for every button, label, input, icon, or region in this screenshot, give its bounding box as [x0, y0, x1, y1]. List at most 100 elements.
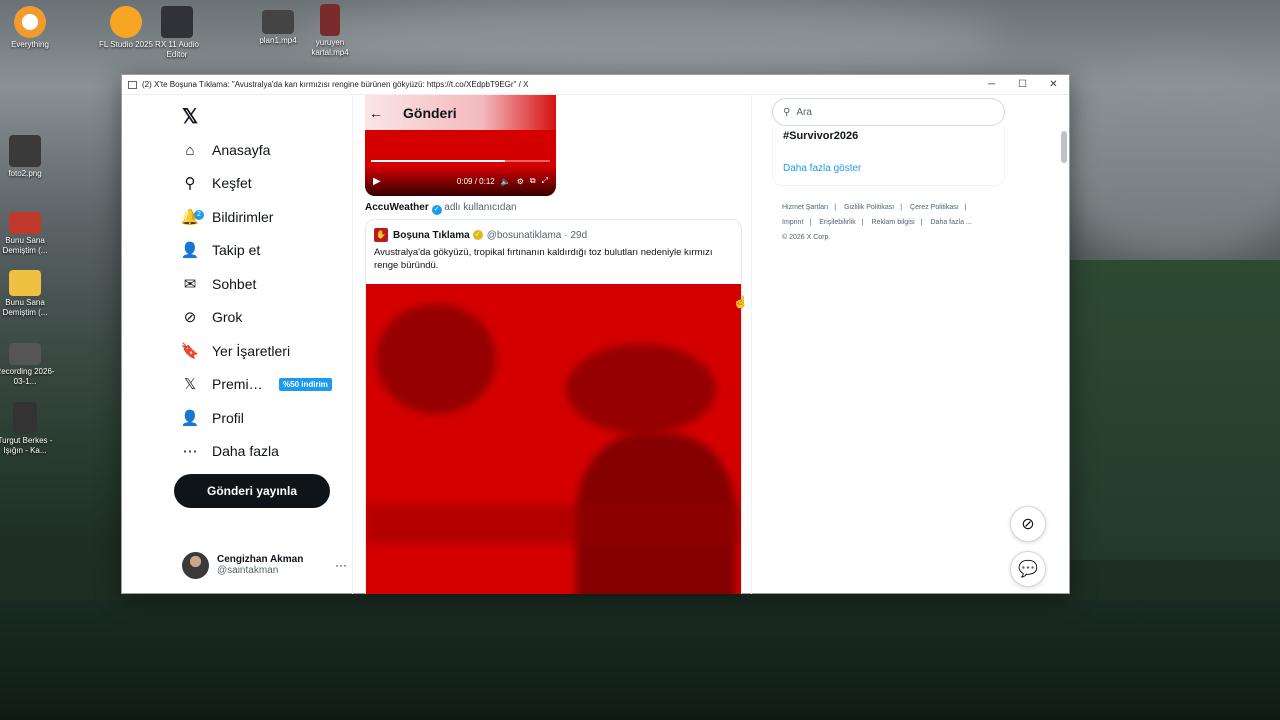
nav-item-label: Bildirimler	[212, 209, 274, 225]
video-file-icon	[320, 4, 340, 36]
premium-promo-badge[interactable]: %50 indirim	[279, 377, 332, 391]
audio-file-icon	[13, 402, 37, 434]
bookmark-icon: 🔖	[180, 343, 200, 360]
nav-item-label: Profil	[212, 410, 244, 426]
minimize-button[interactable]: ─	[976, 79, 1007, 90]
nav-item-home[interactable]: ⌂ Anasayfa	[180, 135, 270, 165]
show-more-link[interactable]: Daha fazla göster	[783, 163, 861, 174]
grok-icon: ⊘	[1021, 516, 1035, 533]
nav-item-label: Anasayfa	[212, 142, 271, 158]
desktop-icon-turgut-berkes[interactable]: Turgut Berkes - Işığın - Ka...	[0, 402, 55, 456]
nav-item-bookmarks[interactable]: 🔖 Yer İşaretleri	[180, 336, 290, 366]
nav-item-notifications[interactable]: 🔔 2 Bildirimler	[180, 202, 274, 232]
nav-item-more[interactable]: ⋯ Daha fazla	[180, 436, 279, 466]
window-app-icon	[128, 80, 137, 89]
page-scrollbar[interactable]	[1059, 127, 1069, 594]
close-button[interactable]: ✕	[1038, 79, 1069, 90]
desktop-icon-label: plan1.mp4	[259, 36, 297, 45]
footer-link[interactable]: Çerez Politikası	[910, 204, 959, 211]
video-controls: ▶ 0:09 / 0:12 🔈 ⚙ ⧉ ⤢	[365, 166, 556, 196]
everything-icon	[14, 6, 46, 38]
volume-icon[interactable]: 🔈	[501, 177, 511, 186]
maximize-button[interactable]: ☐	[1007, 79, 1038, 90]
video-time: 0:09 / 0:12	[456, 176, 495, 186]
search-icon: ⚲	[783, 106, 791, 118]
nav-item-profile[interactable]: 👤 Profil	[180, 403, 244, 433]
quoted-author-name: Boşuna Tıklama	[393, 229, 470, 241]
scrollbar-thumb[interactable]	[1061, 131, 1067, 163]
play-icon[interactable]: ▶	[373, 176, 381, 187]
account-more-icon[interactable]: ···	[335, 558, 347, 572]
grok-icon: ⊘	[183, 309, 197, 326]
settings-icon[interactable]: ⚙	[517, 177, 524, 186]
footer-separator: |	[920, 219, 923, 226]
footer-separator: |	[809, 219, 812, 226]
footer-link[interactable]: Imprint	[782, 219, 803, 226]
grok-fab-button[interactable]: ⊘	[1010, 506, 1046, 542]
video-attribution[interactable]: AccuWeather ✓ adlı kullanıcıdan	[365, 202, 517, 215]
right-sidebar: ⚲ Ara #Survivor2026 Daha fazla göster Hi…	[772, 95, 1012, 594]
footer-separator: |	[964, 204, 967, 211]
nav-item-grok[interactable]: ⊘ Grok	[180, 302, 243, 332]
profile-icon: 👤	[180, 410, 200, 427]
fl-studio-icon	[110, 6, 142, 38]
trend-item[interactable]: #Survivor2026	[783, 130, 858, 142]
footer-link[interactable]: Hizmet Şartları	[782, 204, 828, 211]
video-frame-tree	[376, 304, 496, 414]
desktop-icon-label: Turgut Berkes - Işığın - Ka...	[0, 436, 53, 455]
document-icon	[9, 212, 41, 234]
footer-link[interactable]: Reklam bilgisi	[872, 219, 915, 226]
video-progress-bar[interactable]	[371, 160, 550, 162]
left-nav: 𝕏 ⌂ Anasayfa ⚲ Keşfet 🔔 2 Bildirimler 👤 …	[172, 95, 352, 594]
post-header: ← Gönderi	[363, 95, 563, 130]
desktop-icon-bunu-sana-1[interactable]: Bunu Sana Demiştim (...	[0, 212, 55, 256]
account-name: Cengizhan Akman	[217, 554, 304, 565]
window-title: (2) X'te Boşuna Tıklama: "Avustralya'da …	[142, 80, 529, 89]
desktop-icon-plan1[interactable]: plan1.mp4	[248, 10, 308, 46]
desktop-icon-bunu-sana-2[interactable]: Bunu Sana Demiştim (...	[0, 270, 55, 318]
desktop-icon-label: Recording 2026-03-1...	[0, 367, 55, 386]
pip-icon[interactable]: ⧉	[530, 176, 536, 186]
image-file-icon	[9, 135, 41, 167]
nav-item-label: Daha fazla	[212, 443, 279, 459]
desktop-icon-label: yuruyen kartal.mp4	[311, 38, 349, 57]
quoted-post-text: Avustralya'da gökyüzü, tropikal fırtınan…	[374, 247, 713, 271]
footer-link[interactable]: Erişilebilirlik	[819, 219, 856, 226]
back-arrow-icon[interactable]: ←	[369, 105, 383, 121]
trends-panel: #Survivor2026 Daha fazla göster	[772, 126, 1005, 186]
desktop-icon-everything[interactable]: Everything	[0, 6, 60, 50]
verified-icon: ✓	[431, 205, 442, 215]
video-frame-ground	[366, 504, 741, 544]
post-button[interactable]: Gönderi yayınla	[174, 474, 330, 508]
desktop-icon-label: Everything	[11, 40, 49, 49]
x-premium-icon: 𝕏	[183, 376, 197, 393]
rx11-icon	[161, 6, 193, 38]
footer-link[interactable]: Daha fazla ...	[931, 219, 972, 226]
folder-icon	[9, 270, 41, 296]
x-logo-icon[interactable]: 𝕏	[182, 104, 198, 129]
quoted-author-handle: @bosunatiklama	[486, 229, 562, 241]
desktop-icon-recording[interactable]: Recording 2026-03-1...	[0, 343, 55, 387]
nav-item-explore[interactable]: ⚲ Keşfet	[180, 168, 252, 198]
fullscreen-icon[interactable]: ⤢	[542, 176, 548, 186]
messages-fab-button[interactable]: 💬	[1010, 551, 1046, 587]
desktop-icon-label: Bunu Sana Demiştim (...	[2, 236, 48, 255]
quoted-video[interactable]	[366, 284, 741, 594]
search-input[interactable]: ⚲ Ara	[772, 98, 1005, 126]
follow-icon: 👤	[180, 242, 200, 259]
desktop-icon-foto2[interactable]: foto2.png	[0, 135, 55, 179]
nav-item-chat[interactable]: ✉ Sohbet	[180, 269, 257, 299]
nav-item-premium[interactable]: 𝕏 Premium %50 indirim	[180, 369, 332, 399]
window-titlebar[interactable]: (2) X'te Boşuna Tıklama: "Avustralya'da …	[122, 75, 1069, 95]
attribution-name: AccuWeather	[365, 202, 429, 213]
quoted-post[interactable]: ✋ Boşuna Tıklama ✓ @bosunatiklama · 29d …	[365, 219, 742, 594]
desktop-icon-yuruyen-kartal[interactable]: yuruyen kartal.mp4	[300, 4, 360, 58]
quoted-post-age: · 29d	[564, 229, 588, 241]
desktop-icon-label: Bunu Sana Demiştim (...	[2, 298, 48, 317]
mouse-cursor-icon: ☝	[733, 295, 748, 309]
nav-item-follow[interactable]: 👤 Takip et	[180, 235, 261, 265]
footer-link[interactable]: Gizlilik Politikası	[844, 204, 894, 211]
page-content: 𝕏 ⌂ Anasayfa ⚲ Keşfet 🔔 2 Bildirimler 👤 …	[122, 95, 1069, 594]
desktop-icon-rx11[interactable]: RX 11 Audio Editor	[147, 6, 207, 60]
account-switcher[interactable]: Cengizhan Akman @saintakman ···	[182, 550, 347, 580]
